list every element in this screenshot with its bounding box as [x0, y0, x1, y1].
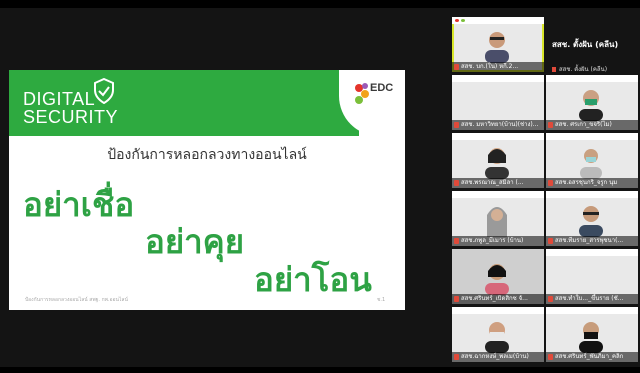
participant-video: [579, 206, 603, 237]
participant-name-label: สสช.ภพูล_มีเมาร (บ้าน): [452, 236, 544, 246]
muted-mic-icon: [548, 238, 553, 244]
participant-tile[interactable]: สสช.พรณาณ_สมิลา (...: [452, 133, 544, 188]
tile-brand-bar: [546, 75, 638, 82]
participant-video: [487, 207, 507, 237]
slide-page-number: ช.1: [377, 297, 386, 303]
tile-brand-bar: [452, 307, 544, 314]
participant-name-label: สสช. มหาวิทยา(บ้าน)(ช่าง)...: [452, 120, 544, 130]
participant-video: [580, 149, 602, 179]
participant-tile[interactable]: สสช.ภพูล_มีเมาร (บ้าน): [452, 191, 544, 246]
participant-video: [485, 322, 509, 353]
brand-line-2: SECURITY: [23, 107, 119, 127]
participant-tile-speaker[interactable]: สสช. บก.(ใน) หกี.2...: [452, 17, 544, 72]
muted-mic-icon: [454, 238, 459, 244]
muted-mic-icon: [454, 64, 459, 70]
participant-tile[interactable]: สสช.อสรชุนกริ_จรูก นุม: [546, 133, 638, 188]
tile-brand-bar: [452, 191, 544, 198]
participant-tile[interactable]: สสช.ฉากหงษ์_พลเม(บ้าน): [452, 307, 544, 362]
muted-mic-icon: [454, 296, 459, 302]
participant-tile[interactable]: สสช. ศรเกา_ขจริ(ไม): [546, 75, 638, 130]
participant-tile[interactable]: สสช.ทีมราย_สารพุชนา(...: [546, 191, 638, 246]
participant-name-label: สสช. บก.(ใน) หกี.2...: [452, 62, 544, 72]
tile-brand-bar: [546, 191, 638, 198]
muted-mic-icon: [548, 180, 553, 186]
tile-brand-bar: [546, 307, 638, 314]
muted-mic-icon: [454, 354, 459, 360]
participant-tile[interactable]: สสช.ทำใบ..._ขึ้นราย (ชั...: [546, 249, 638, 304]
meeting-top-bar: [0, 0, 640, 8]
participant-video: [485, 148, 509, 179]
slogan-dont-talk: อย่าคุย: [145, 222, 245, 261]
edc-logo-text: EDC: [370, 82, 394, 94]
participant-name-label: สสช.ศรินทร์_พันภิมา_คลิก: [546, 352, 638, 362]
participant-video: [579, 322, 603, 353]
participant-tile[interactable]: สสช.ศรินทร์_พันภิมา_คลิก: [546, 307, 638, 362]
participant-name-label: สสช.ทีมราย_สารพุชนา(...: [546, 236, 638, 246]
participant-name-label: สสช. ศรเกา_ขจริ(ไม): [546, 120, 638, 130]
muted-mic-icon: [548, 122, 553, 128]
slogan-dont-transfer: อย่าโอน: [254, 260, 372, 299]
participant-tile[interactable]: สสช.ศรินทร์_เบิดสิกซ จั...: [452, 249, 544, 304]
slide-footer: ป้องกันการหลอกลวงออนไลน์ สพฐ. กพ.ออนไลน์: [25, 297, 128, 303]
tile-brand-bar: [452, 75, 544, 82]
muted-mic-icon: [454, 180, 459, 186]
participant-gallery[interactable]: สสช. บก.(ใน) หกี.2... สสช. มหาวิทยา(บ้าน…: [452, 17, 638, 369]
participant-name-label: สสช.ทำใบ..._ขึ้นราย (ชั...: [546, 294, 638, 304]
participant-name-label: สสช.ศรินทร์_เบิดสิกซ จั...: [452, 294, 544, 304]
participant-name-label: สสช.อสรชุนกริ_จรูก นุม: [546, 178, 638, 188]
shared-slide: DIGITAL SECURITY EDC ป้องกันการหลอกลวงทา…: [9, 70, 405, 310]
participant-name-label: สสช.ฉากหงษ์_พลเม(บ้าน): [452, 352, 544, 362]
tile-brand-bar: [452, 133, 544, 140]
participant-video: [485, 32, 509, 63]
muted-mic-icon: [548, 296, 553, 302]
slide-subtitle: ป้องกันการหลอกลวงทางออนไลน์: [107, 147, 307, 163]
meeting-bottom-bar: [0, 367, 640, 373]
participant-name-label: สสช.พรณาณ_สมิลา (...: [452, 178, 544, 188]
tile-brand-bar: [452, 17, 544, 24]
tile-brand-bar: [546, 133, 638, 140]
muted-mic-icon: [454, 122, 459, 128]
tile-brand-bar: [546, 249, 638, 256]
participant-tile[interactable]: สสช. มหาวิทยา(บ้าน)(ช่าง)...: [452, 75, 544, 130]
slogan-dont-believe: อย่าเชื่อ: [23, 185, 135, 224]
shield-check-icon: [94, 78, 114, 104]
participant-video: [579, 90, 603, 121]
participant-video: [485, 264, 509, 295]
muted-mic-icon: [548, 354, 553, 360]
